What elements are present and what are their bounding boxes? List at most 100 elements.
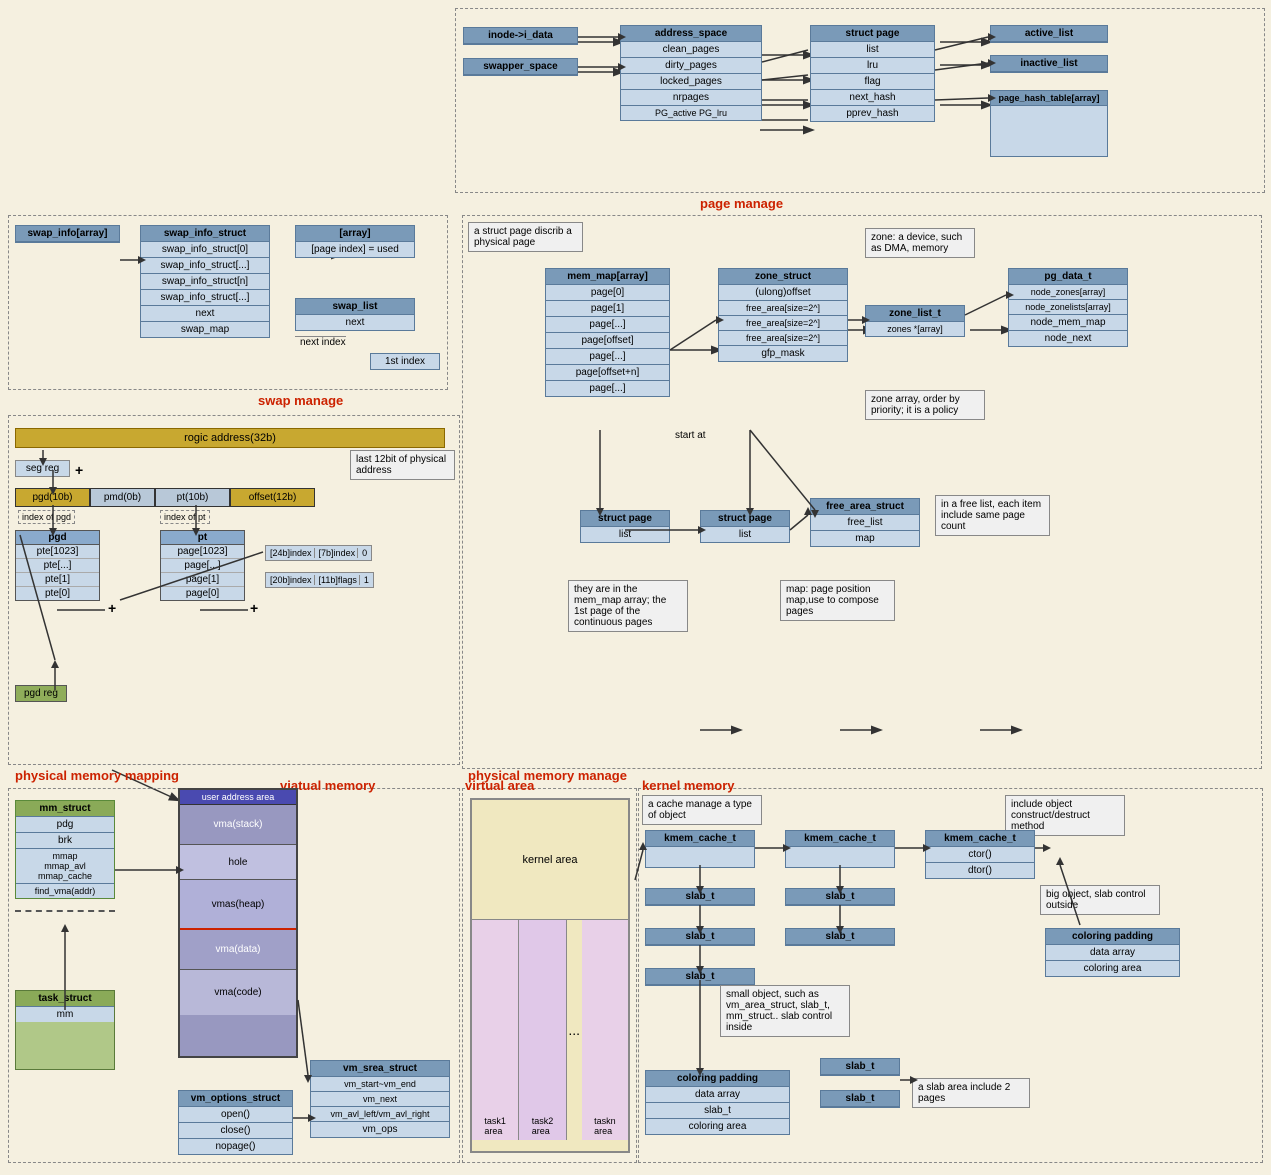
swap-info-array-title: swap_info[array] — [16, 226, 119, 242]
coloring-padding1-color: coloring area — [646, 1119, 789, 1134]
pg-data-t-field-0: node_zones[array] — [1009, 285, 1127, 300]
slab-t4-box: slab_t — [785, 928, 895, 946]
coloring-padding1-data: data array — [646, 1087, 789, 1103]
slab-t-inner1-title: slab_t — [821, 1059, 899, 1075]
mm-field-6: page[...] — [546, 381, 669, 396]
vm-options-nopage: nopage() — [179, 1139, 292, 1154]
struct-page-mid1-box: struct page list — [580, 510, 670, 543]
kmem-cache-t2-empty — [786, 847, 894, 867]
coloring-padding1-slab: slab_t — [646, 1103, 789, 1119]
mm-struct-brk: brk — [16, 833, 114, 849]
taskn-area: tasknarea — [582, 920, 628, 1140]
mm-struct-mmap: mmapmmap_avlmmap_cache — [16, 849, 114, 884]
zone-struct-title: zone_struct — [719, 269, 847, 285]
zone-struct-box: zone_struct (ulong)offset free_area[size… — [718, 268, 848, 362]
pgd-table: pgd pte[1023] pte[...] pte[1] pte[0] — [15, 530, 100, 601]
address-space-field-1: dirty_pages — [621, 58, 761, 74]
struct-page-top-field-3: next_hash — [811, 90, 934, 106]
pt-row-1: page[...] — [161, 559, 244, 573]
kmem-cache-t3-box: kmem_cache_t ctor() dtor() — [925, 830, 1035, 879]
pg-data-t-field-1: node_zonelists[array] — [1009, 300, 1127, 315]
zone-struct-field-4: gfp_mask — [719, 346, 847, 361]
array-box-title: [array] — [296, 226, 414, 242]
struct-page-mid2-title: struct page — [701, 511, 789, 527]
idx1-row: [24b]index[7b]index0 — [265, 545, 372, 561]
kernel-memory-label: kernel memory — [642, 778, 735, 793]
task-struct-box: task_struct mm — [15, 990, 115, 1070]
plus-symbol-3: + — [250, 600, 258, 616]
swap-info-array-box: swap_info[array] — [15, 225, 120, 243]
page-manage-label: page manage — [700, 196, 783, 211]
ellipsis: ... — [567, 920, 582, 1140]
vm-options-open: open() — [179, 1107, 292, 1123]
kernel-area-label: kernel area — [522, 854, 577, 866]
vm-srea-struct-box: vm_srea_struct vm_start~vm_end vm_next v… — [310, 1060, 450, 1138]
pt-table-title: pt — [161, 531, 244, 545]
slab-t4-title: slab_t — [786, 929, 894, 945]
swap-info-struct-0: swap_info_struct[0] — [141, 242, 269, 258]
zone-list-t-box: zone_list_t zones *[array] — [865, 305, 965, 337]
pt-row-2: page[1] — [161, 573, 244, 587]
kmem-cache-t3-dtor: dtor() — [926, 863, 1034, 878]
swap-info-struct-2: swap_info_struct[n] — [141, 274, 269, 290]
pg-data-t-field-3: node_next — [1009, 331, 1127, 346]
mm-struct-pdg: pdg — [16, 817, 114, 833]
slab-t-inner2-title: slab_t — [821, 1091, 899, 1107]
mm-field-1: page[1] — [546, 301, 669, 317]
free-area-struct-field-1: map — [811, 531, 919, 546]
coloring-padding2-color: coloring area — [1046, 961, 1179, 976]
mm-struct-dashed — [15, 910, 115, 912]
index-pt-label: index of pt — [160, 510, 210, 524]
slab-t1-box: slab_t — [645, 888, 755, 906]
next-index-label: next index — [295, 336, 346, 348]
active-list-box: active_list — [990, 25, 1108, 43]
vma-heap-section: vmas(heap) — [180, 880, 296, 930]
vma-data-label: vma(data) — [215, 944, 260, 955]
mm-field-5: page[offset+n] — [546, 365, 669, 381]
plus-symbol-1: + — [75, 462, 83, 478]
swap-info-struct-title: swap_info_struct — [141, 226, 269, 242]
diagram-container: page manage inode->i_data swapper_space … — [0, 0, 1271, 1175]
pmd-seg: pmd(0b) — [90, 488, 155, 507]
idx2-row: [20b]index[11b]flags1 — [265, 572, 374, 588]
task2-area: task2area — [519, 920, 566, 1140]
slab-t3-box: slab_t — [645, 928, 755, 946]
coloring-padding1-title: coloring padding — [646, 1071, 789, 1087]
address-space-title: address_space — [621, 26, 761, 42]
vma-hole-section: hole — [180, 845, 296, 880]
swap-info-struct-3: swap_info_struct[...] — [141, 290, 269, 306]
vm-options-struct-box: vm_options_struct open() close() nopage(… — [178, 1090, 293, 1155]
kmem-cache-t1-title: kmem_cache_t — [646, 831, 754, 847]
task2-label: task2area — [532, 1116, 554, 1136]
swap-info-struct-box: swap_info_struct swap_info_struct[0] swa… — [140, 225, 270, 338]
struct-page-top-title: struct page — [811, 26, 934, 42]
kmem-cache-t3-ctor: ctor() — [926, 847, 1034, 863]
vma-code-label: vma(code) — [214, 987, 261, 998]
mm-field-0: page[0] — [546, 285, 669, 301]
task1-area: task1area — [472, 920, 519, 1140]
mem-map-note: they are in the mem_map array; the 1st p… — [568, 580, 688, 632]
struct-page-mid1-list: list — [581, 527, 669, 542]
vm-options-struct-title: vm_options_struct — [179, 1091, 292, 1107]
inactive-list-box: inactive_list — [990, 55, 1108, 73]
struct-page-top-field-0: list — [811, 42, 934, 58]
zone-list-t-title: zone_list_t — [866, 306, 964, 322]
zone-struct-field-0: (ulong)offset — [719, 285, 847, 301]
pg-data-t-title: pg_data_t — [1009, 269, 1127, 285]
struct-page-mid1-title: struct page — [581, 511, 669, 527]
pgd-seg: pgd(10b) — [15, 488, 90, 507]
mm-struct-find-vma: find_vma(addr) — [16, 884, 114, 898]
slab-area-note: a slab area include 2 pages — [912, 1078, 1030, 1108]
vma-stack-label: vma(stack) — [214, 819, 263, 830]
swap-info-struct-1: swap_info_struct[...] — [141, 258, 269, 274]
inode-i-data-title: inode->i_data — [464, 28, 577, 44]
vma-code-section: vma(code) — [180, 970, 296, 1015]
vm-options-close: close() — [179, 1123, 292, 1139]
virtual-area-label: virtual area — [465, 778, 534, 793]
inactive-list-title: inactive_list — [991, 56, 1107, 72]
address-space-field-2: locked_pages — [621, 74, 761, 90]
pg-data-t-field-2: node_mem_map — [1009, 315, 1127, 331]
mm-struct-box: mm_struct pdg brk mmapmmap_avlmmap_cache… — [15, 800, 115, 899]
first-index-box: 1st index — [370, 353, 440, 370]
mm-field-4: page[...] — [546, 349, 669, 365]
